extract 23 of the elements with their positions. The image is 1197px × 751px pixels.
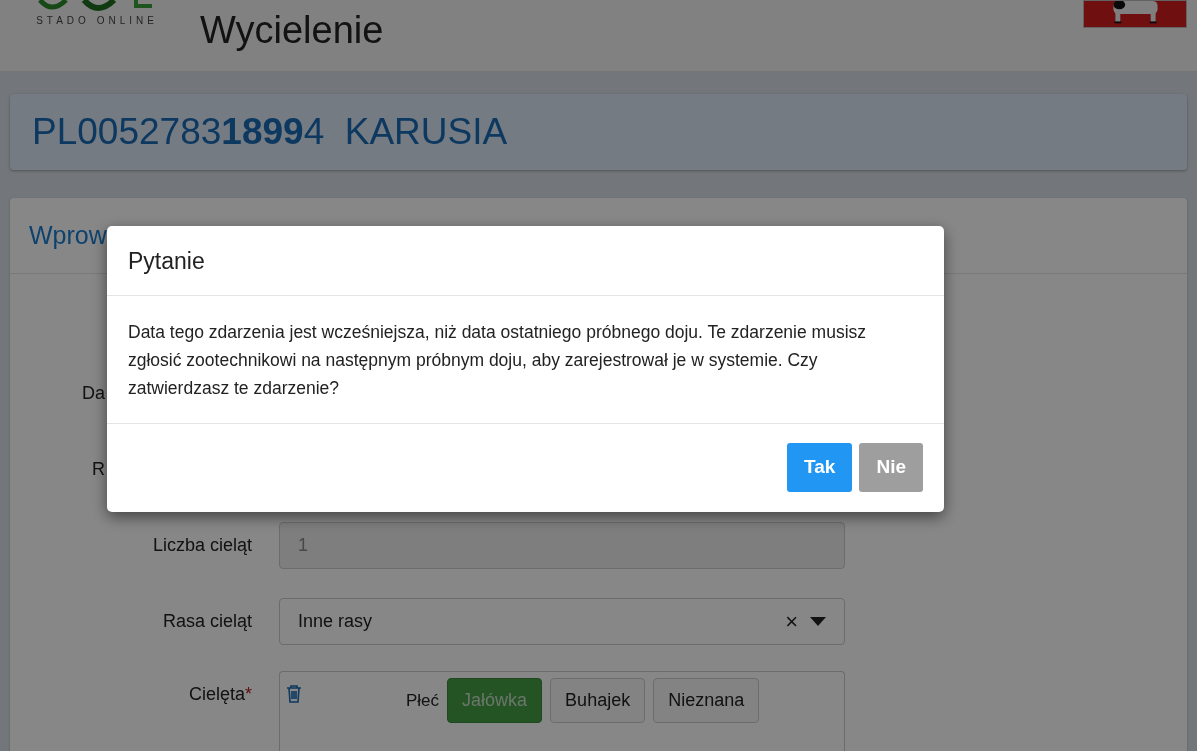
dialog-message: Data tego zdarzenia jest wcześniejsza, niż data ostatniego próbnego doju. Te zdarzenie musisz zgłosić zootechnikowi na następnym próbnym doju, aby zarejestrował je w systemie. Czy zatwierdzasz te zdarzenie? xyxy=(128,321,868,400)
animal-id: PL005278318994 xyxy=(32,111,325,152)
field-label: R xyxy=(92,458,105,479)
field-label: Da xyxy=(82,382,105,403)
select-value: Inne rasy xyxy=(298,609,373,633)
animal-name: KARUSIA xyxy=(344,111,508,152)
form-title: Wprow xyxy=(29,221,107,250)
field-label: Rasa cieląt xyxy=(162,610,252,631)
field-label: Liczba cieląt xyxy=(152,534,252,555)
logo-text: STADO ONLINE xyxy=(36,16,158,26)
trash-icon[interactable] xyxy=(286,684,302,704)
breed-select[interactable]: Inne rasy × xyxy=(279,597,845,645)
dialog-title: Pytanie xyxy=(128,248,205,274)
caret-icon xyxy=(810,616,826,626)
required-mark: * xyxy=(245,684,252,705)
sex-option[interactable]: Buhajek xyxy=(550,678,646,724)
sex-option[interactable]: Nieznana xyxy=(653,678,760,724)
sex-label: Płeć xyxy=(406,690,440,713)
confirm-button[interactable]: Tak xyxy=(787,443,853,492)
field-label: Cielęta xyxy=(188,684,245,705)
cancel-button[interactable]: Nie xyxy=(859,443,923,492)
clear-icon[interactable]: × xyxy=(785,604,798,638)
page-title: Wycielenie xyxy=(200,8,384,53)
